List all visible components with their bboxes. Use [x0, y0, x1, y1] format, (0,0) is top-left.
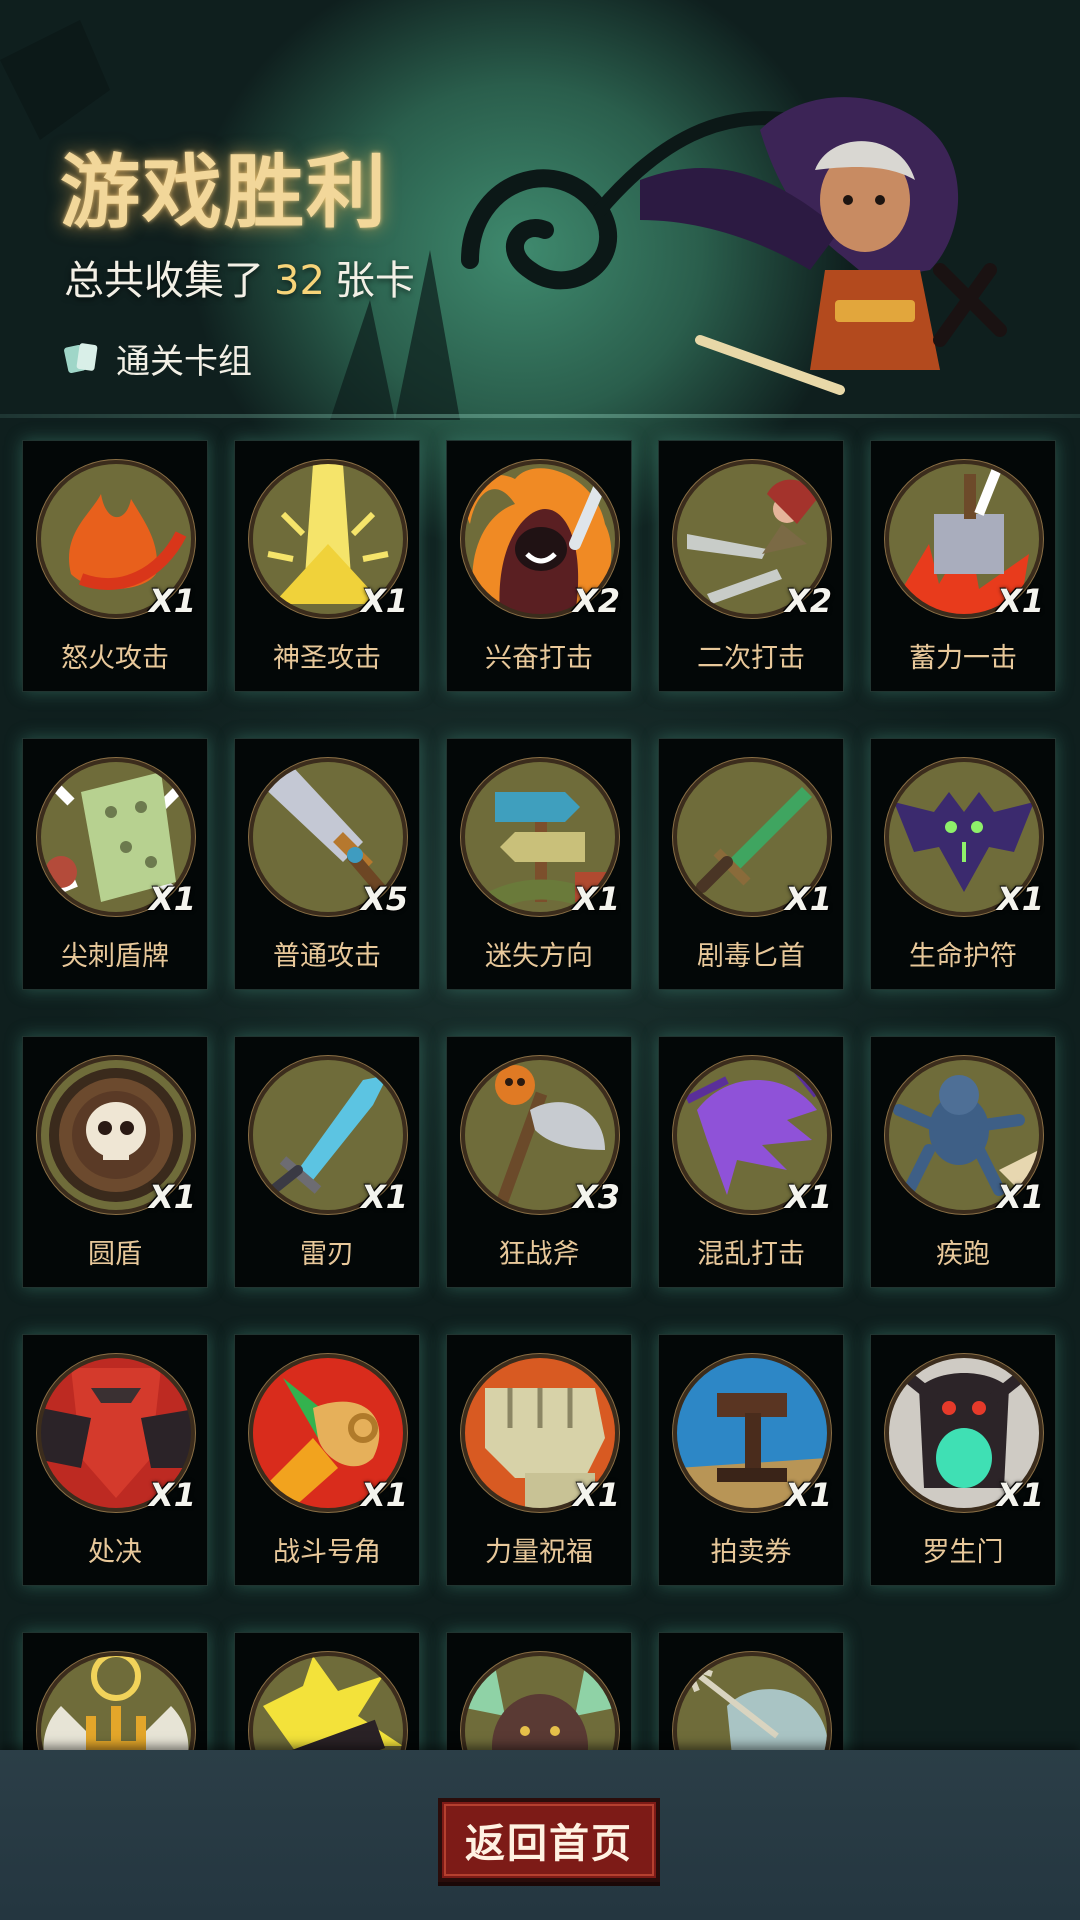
card-name: 混乱打击	[697, 1239, 805, 1270]
cleared-deck-label: 通关卡组	[116, 341, 252, 382]
card-item[interactable]: X1 尖刺盾牌	[22, 738, 208, 990]
card-name: 狂战斧	[498, 1239, 580, 1270]
card-name: 神圣攻击	[273, 643, 381, 674]
card-count: X1	[785, 1178, 832, 1216]
card-item[interactable]: X1 力量祝福	[446, 1334, 632, 1586]
arrow-stone-icon	[672, 1651, 832, 1750]
card-count: X2	[573, 582, 620, 620]
card-item[interactable]	[22, 1632, 208, 1750]
card-item[interactable]: X2 二次打击	[658, 440, 844, 692]
card-item[interactable]	[234, 1632, 420, 1750]
card-count: X2	[785, 582, 832, 620]
card-item[interactable]: X3 狂战斧	[446, 1036, 632, 1288]
card-count: X1	[997, 1476, 1044, 1514]
card-count: X1	[361, 1476, 408, 1514]
card-item[interactable]: X1 罗生门	[870, 1334, 1056, 1586]
collected-summary: 总共收集了 32 张卡	[64, 248, 415, 306]
card-total-count: 32	[274, 258, 325, 304]
card-count: X1	[573, 880, 620, 918]
card-name: 战斗号角	[273, 1537, 381, 1568]
card-item[interactable]: X1 雷刃	[234, 1036, 420, 1288]
card-count: X1	[361, 1178, 408, 1216]
card-count: X1	[149, 582, 196, 620]
card-item[interactable]: X5 普通攻击	[234, 738, 420, 990]
card-name: 雷刃	[300, 1239, 354, 1270]
card-item[interactable]: X1 生命护符	[870, 738, 1056, 990]
card-name: 普通攻击	[273, 941, 381, 972]
card-name: 生命护符	[909, 941, 1017, 972]
card-count: X3	[573, 1178, 620, 1216]
burst-club-icon	[248, 1651, 408, 1750]
cards-icon	[64, 343, 98, 374]
card-name: 拍卖券	[710, 1537, 792, 1568]
card-item[interactable]	[658, 1632, 844, 1750]
card-name: 力量祝福	[485, 1537, 593, 1568]
winged-trident-icon	[36, 1651, 196, 1750]
card-name: 怒火攻击	[61, 643, 169, 674]
card-count: X1	[785, 1476, 832, 1514]
card-name: 处决	[88, 1537, 142, 1568]
card-name: 剧毒匕首	[697, 941, 805, 972]
card-name: 罗生门	[922, 1537, 1004, 1568]
card-item[interactable]: X1 剧毒匕首	[658, 738, 844, 990]
card-item[interactable]: X1 疾跑	[870, 1036, 1056, 1288]
card-item[interactable]: X1 神圣攻击	[234, 440, 420, 692]
card-count: X1	[149, 1476, 196, 1514]
card-name: 尖刺盾牌	[61, 941, 169, 972]
card-item[interactable]	[446, 1632, 632, 1750]
card-name: 圆盾	[88, 1239, 142, 1270]
hooded-heroine-illustration	[640, 97, 1007, 395]
card-count: X1	[997, 880, 1044, 918]
card-item[interactable]: X1 拍卖券	[658, 1334, 844, 1586]
card-name: 迷失方向	[485, 941, 593, 972]
card-item[interactable]: X1 蓄力一击	[870, 440, 1056, 692]
summary-suffix: 张卡	[334, 258, 415, 304]
card-item[interactable]: X1 混乱打击	[658, 1036, 844, 1288]
card-name: 疾跑	[936, 1239, 990, 1270]
card-item[interactable]: X2 兴奋打击	[446, 440, 632, 692]
card-item[interactable]: X1 迷失方向	[446, 738, 632, 990]
victory-title: 游戏胜利	[60, 145, 388, 239]
card-count: X1	[573, 1476, 620, 1514]
card-name: 二次打击	[697, 643, 805, 674]
footer-bar: 返回首页	[0, 1750, 1080, 1920]
return-home-button[interactable]: 返回首页	[438, 1798, 660, 1882]
card-item[interactable]: X1 怒火攻击	[22, 440, 208, 692]
card-count: X1	[149, 1178, 196, 1216]
card-count: X1	[997, 1178, 1044, 1216]
card-count: X1	[997, 582, 1044, 620]
card-count: X5	[361, 880, 408, 918]
card-item[interactable]: X1 圆盾	[22, 1036, 208, 1288]
card-name: 兴奋打击	[485, 643, 593, 674]
cleared-deck-link[interactable]: 通关卡组	[62, 334, 252, 382]
card-grid-viewport[interactable]: X1 怒火攻击 X1 神圣攻击 X2 兴奋打击 X2 二次打击 X1 蓄力一击 X1 尖刺盾牌 X5 普通…	[0, 418, 1080, 1750]
card-grid: X1 怒火攻击 X1 神圣攻击 X2 兴奋打击 X2 二次打击 X1 蓄力一击 X1 尖刺盾牌 X5 普通…	[22, 440, 1056, 1750]
card-count: X1	[785, 880, 832, 918]
card-item[interactable]: X1 战斗号角	[234, 1334, 420, 1586]
card-count: X1	[361, 582, 408, 620]
summary-prefix: 总共收集了	[64, 258, 264, 304]
card-count: X1	[149, 880, 196, 918]
boar-icon	[460, 1651, 620, 1750]
card-item[interactable]: X1 处决	[22, 1334, 208, 1586]
card-name: 蓄力一击	[909, 643, 1017, 674]
